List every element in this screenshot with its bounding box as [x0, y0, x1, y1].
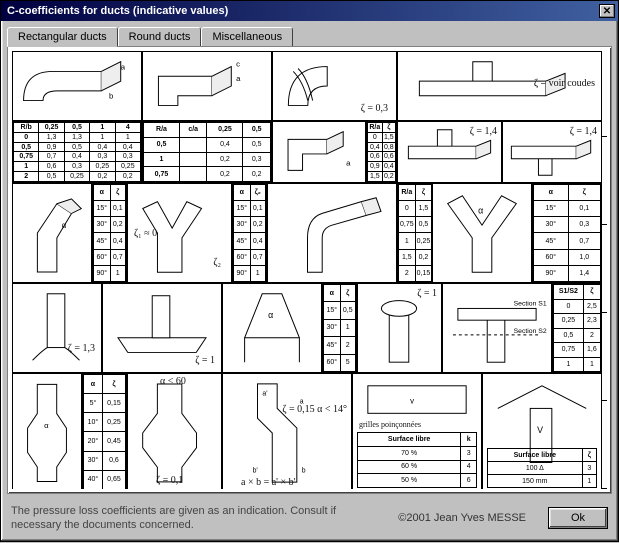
- svg-text:c: c: [236, 60, 240, 69]
- footer: The pressure loss coefficients are given…: [1, 500, 618, 541]
- svg-text:α: α: [478, 205, 483, 215]
- table-elbow-Rb: R/b0,250,514 01,31,311 0,50,90,50,40,4 0…: [13, 122, 141, 182]
- svg-text:a': a': [262, 391, 267, 398]
- svg-text:V: V: [537, 425, 543, 435]
- svg-text:Section S2: Section S2: [514, 328, 547, 335]
- window-title: C-coefficients for ducts (indicative val…: [4, 5, 599, 17]
- table-alpha-hood: αζ 5°0,15 10°0,25 20°0,45 30°0,6 40°0,65: [83, 374, 126, 489]
- grille-label: grilles poinçonnées: [359, 420, 421, 429]
- table-alpha-transition: αζ 15°0,5 30°1 45°2 60°5: [323, 284, 356, 372]
- titlebar: C-coefficients for ducts (indicative val…: [1, 1, 618, 21]
- zeta-label: ζ = 0,1: [156, 475, 183, 486]
- svg-text:α: α: [268, 310, 273, 320]
- tab-round-ducts[interactable]: Round ducts: [118, 27, 202, 46]
- tab-miscellaneous[interactable]: Miscellaneous: [201, 27, 293, 46]
- table-elbow-ca: R/ac/a0,250,5 0,50,40,5 10,20,3 0,750,20…: [143, 122, 271, 182]
- zeta-label: ζ = 0,15 α < 14°: [282, 404, 347, 415]
- coefficients-diagram: ab ca ζ = 0,3 ζ = voir coudes R/b0,250,5…: [12, 51, 607, 489]
- tab-rectangular-ducts[interactable]: Rectangular ducts: [7, 27, 118, 47]
- table-Ra-zeta2: R/aζ 01,5 0,750,5 10,25 1,50,2 20,15: [398, 184, 432, 282]
- svg-text:v: v: [410, 396, 414, 405]
- zeta-label: ζ = 0,3: [361, 103, 388, 114]
- table-surface-libre-zeta: Surface libreζ 100 Δ3 150 mm1: [487, 448, 597, 488]
- zeta-label: ζ = 1: [417, 288, 437, 299]
- svg-text:a: a: [121, 62, 126, 71]
- svg-text:a: a: [236, 74, 241, 83]
- zeta-label: ζ₁ ≈ 0: [134, 228, 157, 239]
- table-alpha-Y: αζ 15°0,1 30°0,3 45°0,7 60°1,0 90°1,4: [533, 184, 601, 282]
- svg-text:a: a: [346, 159, 351, 168]
- svg-text:α: α: [62, 221, 67, 230]
- table-alpha-zeta2: αζ₂ 15°0,1 30°0,2 45°0,4 60°0,7 90°1: [233, 184, 266, 282]
- copyright-text: ©2001 Jean Yves MESSE: [398, 512, 526, 524]
- svg-text:b: b: [109, 92, 113, 101]
- table-surface-libre-k: Surface librek 70 %3 60 %4 50 %6: [357, 432, 477, 488]
- table-alpha-branch: αζ 15°0,1 30°0,2 45°0,4 60°0,7 90°1: [93, 184, 126, 282]
- dialog-window: C-coefficients for ducts (indicative val…: [0, 0, 619, 542]
- zeta-label: ζ = 1,3: [68, 343, 95, 354]
- alpha-label: α < 60: [160, 376, 186, 387]
- footer-note: The pressure loss coefficients are given…: [11, 504, 388, 533]
- zeta-label: ζ = voir coudes: [534, 78, 595, 89]
- svg-text:α: α: [44, 421, 49, 430]
- close-button[interactable]: ✕: [599, 4, 615, 18]
- diagram-panel: ab ca ζ = 0,3 ζ = voir coudes R/b0,250,5…: [7, 46, 612, 494]
- zeta-label: ζ = 1,4: [570, 126, 597, 137]
- zeta-label: ζ = 1,4: [470, 126, 497, 137]
- svg-text:b: b: [302, 467, 306, 474]
- ok-button[interactable]: Ok: [548, 507, 608, 529]
- table-S1S2: S1/S2ζ 02,5 0,252,3 0,52 0,751,6 11: [553, 284, 601, 372]
- table-Ra-zeta: R/aζ 01,5 0,40,8 0,60,6 0,90,4 1,50,2: [367, 122, 396, 182]
- svg-text:Section S1: Section S1: [514, 301, 547, 308]
- zeta-label: ζ = 1: [195, 355, 215, 366]
- svg-text:b': b': [253, 467, 258, 474]
- dim-label: a × b = a' × b': [241, 477, 295, 488]
- tab-strip: Rectangular ducts Round ducts Miscellane…: [1, 21, 618, 46]
